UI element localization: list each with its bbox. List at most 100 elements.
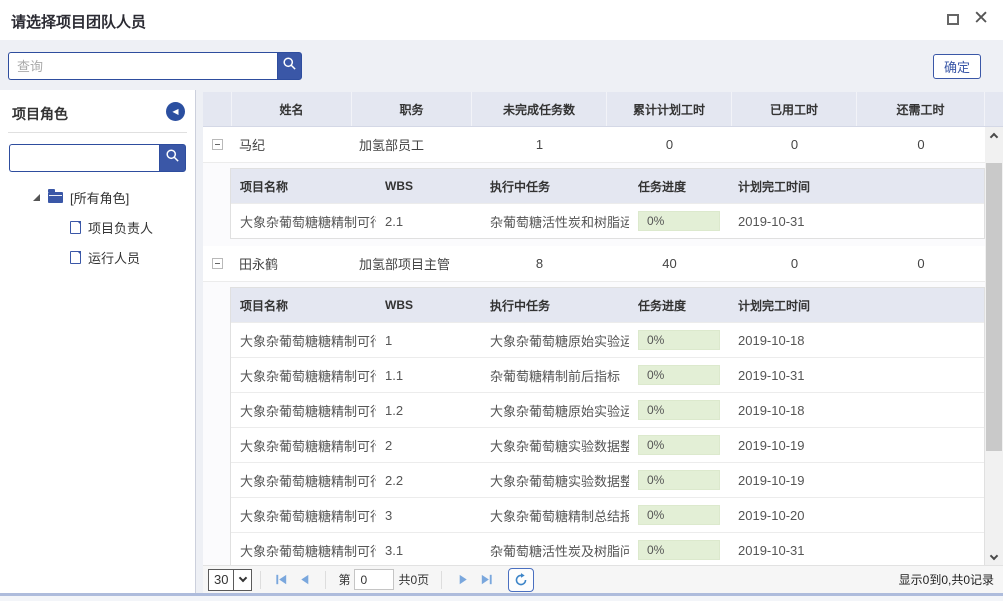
select-dropdown-button[interactable] xyxy=(233,570,251,590)
chevron-up-icon xyxy=(990,132,998,140)
prev-page-icon xyxy=(298,572,313,587)
table-row-person[interactable]: 田永鹤 加氢部项目主管 8 40 0 0 xyxy=(203,246,985,282)
tree-node-project-leader[interactable]: 项目负责人 xyxy=(0,212,195,242)
table-row-task[interactable]: 大象杂葡萄糖糖精制可行性 2.1 杂葡萄糖活性炭和树脂运行 0% 2019-10… xyxy=(231,203,984,238)
tree-node-operator[interactable]: 运行人员 xyxy=(0,242,195,272)
cell-project: 大象杂葡萄糖糖精制可行性 xyxy=(231,323,376,357)
search-icon xyxy=(282,56,297,76)
table-row-task[interactable]: 大象杂葡萄糖糖精制可行性 1 大象杂葡萄糖原始实验运行 0% 2019-10-1… xyxy=(231,322,984,357)
cell-wbs: 2 xyxy=(376,428,481,462)
cell-project: 大象杂葡萄糖糖精制可行性 xyxy=(231,498,376,532)
chevron-down-icon xyxy=(239,574,247,582)
page-number-input[interactable] xyxy=(354,569,394,590)
cell-progress: 0% xyxy=(629,358,729,392)
cell-unfinished: 1 xyxy=(472,127,607,162)
confirm-button[interactable]: 确定 xyxy=(933,54,981,79)
cell-project: 大象杂葡萄糖糖精制可行性 xyxy=(231,204,376,238)
tree-node-label: 运行人员 xyxy=(88,248,140,267)
table-row-task[interactable]: 大象杂葡萄糖糖精制可行性 2.2 大象杂葡萄糖实验数据整理 0% 2019-10… xyxy=(231,462,984,497)
column-header-position: 职务 xyxy=(352,92,472,126)
cell-used: 0 xyxy=(732,127,857,162)
cell-finish-date: 2019-10-31 xyxy=(729,533,984,565)
progress-bar: 0% xyxy=(638,211,720,231)
cell-project: 大象杂葡萄糖糖精制可行性 xyxy=(231,463,376,497)
page-size-select[interactable]: 30 xyxy=(208,569,252,591)
cell-finish-date: 2019-10-31 xyxy=(729,358,984,392)
cell-task: 大象杂葡萄糖原始实验运行 xyxy=(481,393,629,427)
document-icon xyxy=(70,251,81,264)
table-row-task[interactable]: 大象杂葡萄糖糖精制可行性 2 大象杂葡萄糖实验数据整理 0% 2019-10-1… xyxy=(231,427,984,462)
table-row-task[interactable]: 大象杂葡萄糖糖精制可行性 1.1 杂葡萄糖精制前后指标 0% 2019-10-3… xyxy=(231,357,984,392)
search-input[interactable] xyxy=(8,52,277,80)
refresh-button[interactable] xyxy=(508,568,534,592)
header-filler xyxy=(985,92,1003,126)
role-search-input[interactable] xyxy=(9,144,159,172)
column-header-name: 姓名 xyxy=(232,92,352,126)
cell-position: 加氢部项目主管 xyxy=(352,246,472,281)
tree-node-all-roles[interactable]: [所有角色] xyxy=(0,182,195,212)
vertical-scrollbar[interactable] xyxy=(985,127,1003,565)
collapse-icon[interactable] xyxy=(212,139,223,150)
cell-task: 杂葡萄糖活性炭和树脂运行 xyxy=(481,204,629,238)
table-row-person[interactable]: 马纪 加氢部员工 1 0 0 0 xyxy=(203,127,985,163)
scroll-up-button[interactable] xyxy=(985,127,1003,143)
cell-progress: 0% xyxy=(629,323,729,357)
folder-icon xyxy=(48,192,63,203)
progress-bar: 0% xyxy=(638,505,720,525)
cell-finish-date: 2019-10-20 xyxy=(729,498,984,532)
sub-column-finish-date: 计划完工时间 xyxy=(729,169,984,203)
cell-wbs: 1.2 xyxy=(376,393,481,427)
next-page-button[interactable] xyxy=(450,569,474,591)
pager-status-text: 显示0到0,共0记录 xyxy=(899,571,1003,588)
task-subtable: 项目名称 WBS 执行中任务 任务进度 计划完工时间 大象杂葡萄糖糖精制可行性 … xyxy=(230,168,985,239)
document-icon xyxy=(70,221,81,234)
role-search-button[interactable] xyxy=(159,144,186,172)
cell-progress: 0% xyxy=(629,463,729,497)
sidebar-header: 项目角色 ◀ xyxy=(0,90,195,132)
column-header-used-hours: 已用工时 xyxy=(732,92,857,126)
sidebar-divider xyxy=(8,132,187,133)
sidebar-collapse-button[interactable]: ◀ xyxy=(166,102,185,121)
cell-task: 杂葡萄糖精制前后指标 xyxy=(481,358,629,392)
maximize-icon[interactable] xyxy=(947,14,959,25)
cell-project: 大象杂葡萄糖糖精制可行性 xyxy=(231,428,376,462)
first-page-icon xyxy=(274,572,289,587)
subtable-header: 项目名称 WBS 执行中任务 任务进度 计划完工时间 xyxy=(231,288,984,322)
progress-bar: 0% xyxy=(638,540,720,560)
prev-page-button[interactable] xyxy=(293,569,317,591)
tree-expander-icon[interactable] xyxy=(33,194,40,201)
sub-column-progress: 任务进度 xyxy=(629,288,729,322)
collapse-icon[interactable] xyxy=(212,258,223,269)
progress-bar: 0% xyxy=(638,470,720,490)
cell-wbs: 2.2 xyxy=(376,463,481,497)
sidebar-title: 项目角色 xyxy=(12,104,68,124)
cell-used: 0 xyxy=(732,246,857,281)
dialog-titlebar: 请选择项目团队人员 ✕ xyxy=(0,0,1003,40)
dialog-bottom-border xyxy=(0,593,1003,601)
refresh-icon xyxy=(514,573,528,587)
cell-project: 大象杂葡萄糖糖精制可行性 xyxy=(231,533,376,565)
table-row-task[interactable]: 大象杂葡萄糖糖精制可行性 3 大象杂葡萄糖精制总结报告 0% 2019-10-2… xyxy=(231,497,984,532)
chevron-left-icon: ◀ xyxy=(172,107,178,116)
window-controls: ✕ xyxy=(947,12,989,26)
table-row-task[interactable]: 大象杂葡萄糖糖精制可行性 1.2 大象杂葡萄糖原始实验运行 0% 2019-10… xyxy=(231,392,984,427)
search-icon xyxy=(165,148,180,168)
first-page-button[interactable] xyxy=(269,569,293,591)
last-page-button[interactable] xyxy=(474,569,498,591)
search-button[interactable] xyxy=(277,52,302,80)
role-tree: [所有角色] 项目负责人 运行人员 xyxy=(0,182,195,272)
sidebar-search-group xyxy=(9,144,186,172)
progress-bar: 0% xyxy=(638,435,720,455)
sub-column-project: 项目名称 xyxy=(231,169,376,203)
scrollbar-thumb[interactable] xyxy=(986,163,1002,451)
column-header-planned-hours: 累计计划工时 xyxy=(607,92,732,126)
close-icon[interactable]: ✕ xyxy=(973,12,989,26)
task-subtable: 项目名称 WBS 执行中任务 任务进度 计划完工时间 大象杂葡萄糖糖精制可行性 … xyxy=(230,287,985,565)
cell-task: 大象杂葡萄糖精制总结报告 xyxy=(481,498,629,532)
sub-column-task: 执行中任务 xyxy=(481,169,629,203)
member-grid: 姓名 职务 未完成任务数 累计计划工时 已用工时 还需工时 马纪 加氢部员工 1… xyxy=(203,92,1003,593)
row-expander-cell xyxy=(203,246,232,281)
scroll-down-button[interactable] xyxy=(985,549,1003,565)
table-row-task[interactable]: 大象杂葡萄糖糖精制可行性 3.1 杂葡萄糖活性炭及树脂问题 0% 2019-10… xyxy=(231,532,984,565)
tree-node-label: [所有角色] xyxy=(70,188,129,207)
